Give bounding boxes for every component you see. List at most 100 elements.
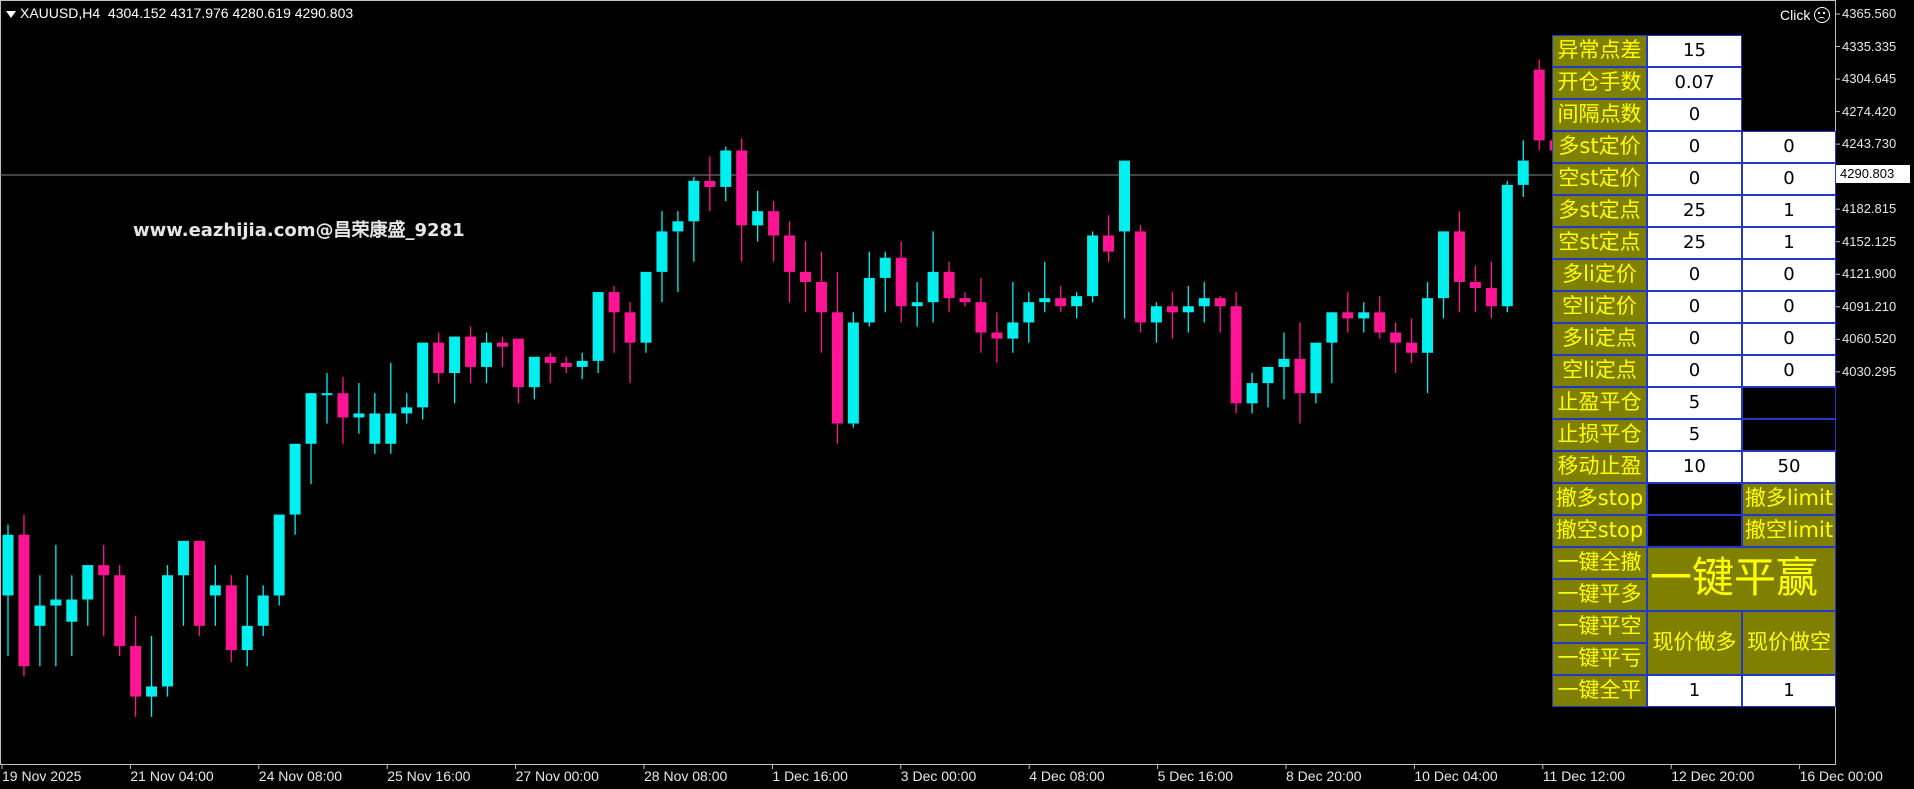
panel-value-input-2[interactable]: 0 xyxy=(1742,163,1836,195)
panel-value-input-2[interactable]: 0 xyxy=(1742,323,1836,355)
candle xyxy=(114,565,126,657)
candle xyxy=(1103,215,1115,262)
candle-body xyxy=(1358,312,1370,319)
cancel-all-button[interactable]: 一键全撤 xyxy=(1552,547,1647,579)
panel-label: 移动止盈 xyxy=(1552,451,1647,483)
panel-value-input[interactable]: 0.07 xyxy=(1647,67,1742,99)
panel-value-input-2[interactable]: 0 xyxy=(1742,259,1836,291)
candle xyxy=(241,575,253,667)
candle-body xyxy=(1278,358,1290,367)
candle-body xyxy=(433,342,445,373)
panel-value-input[interactable]: 25 xyxy=(1647,227,1742,259)
buy-lots-input[interactable]: 1 xyxy=(1647,675,1742,707)
candle xyxy=(624,302,636,384)
candle-body xyxy=(1262,366,1274,384)
panel-value-input[interactable]: 5 xyxy=(1647,387,1742,419)
close-loss-button[interactable]: 一键平亏 xyxy=(1552,643,1647,675)
panel-value-input[interactable]: 0 xyxy=(1647,291,1742,323)
candle-body xyxy=(209,585,221,596)
candle-body xyxy=(449,336,461,373)
candle-body xyxy=(1517,160,1529,185)
candle-body xyxy=(831,312,843,424)
candle-body xyxy=(385,413,397,444)
candle-body xyxy=(1342,312,1354,319)
sell-lots-input[interactable]: 1 xyxy=(1742,675,1836,707)
triangle-down-icon[interactable] xyxy=(6,10,16,18)
panel-value-input[interactable]: 0 xyxy=(1647,259,1742,291)
candle-body xyxy=(1326,312,1338,343)
panel-value-input-2[interactable]: 1 xyxy=(1742,195,1836,227)
candle-body xyxy=(1533,69,1545,141)
candle-body xyxy=(815,281,827,313)
candle-body xyxy=(289,443,301,515)
panel-value-input[interactable]: 0 xyxy=(1647,131,1742,163)
candle xyxy=(863,251,875,327)
cancel-short-stop-button[interactable]: 撤空stop xyxy=(1552,515,1647,547)
candle xyxy=(688,176,700,262)
candle xyxy=(481,332,492,384)
panel-label: 异常点差 xyxy=(1552,35,1647,67)
candle-body xyxy=(369,413,381,444)
candle xyxy=(257,585,269,636)
candle xyxy=(1374,296,1386,339)
panel-value-input[interactable]: 15 xyxy=(1647,35,1742,67)
panel-value-input-2[interactable]: 0 xyxy=(1742,355,1836,387)
panel-value-input-2[interactable]: 0 xyxy=(1742,291,1836,323)
close-long-button[interactable]: 一键平多 xyxy=(1552,579,1647,611)
candle xyxy=(847,312,859,428)
candle xyxy=(177,540,189,626)
candle-body xyxy=(162,575,173,687)
candle xyxy=(1039,261,1051,313)
candle xyxy=(831,271,843,444)
price-axis-label: 4030.295 xyxy=(1842,363,1897,379)
candle xyxy=(1150,302,1162,343)
click-label[interactable]: Click xyxy=(1780,7,1810,23)
panel-value-input[interactable]: 10 xyxy=(1647,451,1742,483)
candle xyxy=(1119,160,1130,319)
smiley-face-icon[interactable] xyxy=(1814,7,1830,23)
candle-body xyxy=(847,322,859,424)
candle-body xyxy=(1103,235,1115,252)
candle-body xyxy=(991,332,1003,339)
candle xyxy=(815,251,827,353)
panel-value-input[interactable]: 0 xyxy=(1647,355,1742,387)
panel-value-input[interactable]: 0 xyxy=(1647,323,1742,355)
candle xyxy=(82,565,94,626)
close-profit-button[interactable]: 一键平赢 xyxy=(1647,547,1836,611)
panel-value-input[interactable]: 0 xyxy=(1647,163,1742,195)
candle xyxy=(1262,366,1274,408)
cancel-short-limit-button[interactable]: 撤空limit xyxy=(1742,515,1836,547)
panel-label: 多li定价 xyxy=(1552,259,1647,291)
price-axis-label: 4304.645 xyxy=(1842,71,1897,87)
candle-body xyxy=(193,540,205,626)
time-axis-label: 8 Dec 20:00 xyxy=(1286,768,1362,784)
close-short-button[interactable]: 一键平空 xyxy=(1552,611,1647,643)
candle-body xyxy=(496,342,508,347)
candle xyxy=(911,281,923,327)
candle-body xyxy=(1422,298,1434,353)
candle xyxy=(2,524,14,657)
candle xyxy=(1087,231,1099,303)
candle-body xyxy=(1469,281,1481,289)
market-buy-button[interactable]: 现价做多 xyxy=(1647,611,1742,675)
candle xyxy=(704,156,716,212)
panel-value-input[interactable]: 5 xyxy=(1647,419,1742,451)
candle xyxy=(1023,292,1035,343)
panel-value-input-2[interactable]: 0 xyxy=(1742,131,1836,163)
market-sell-button[interactable]: 现价做空 xyxy=(1742,611,1836,675)
panel-value-input[interactable]: 25 xyxy=(1647,195,1742,227)
panel-value-input[interactable]: 0 xyxy=(1647,99,1742,131)
panel-value-input-2[interactable]: 50 xyxy=(1742,451,1836,483)
panel-value-input-2[interactable]: 1 xyxy=(1742,227,1836,259)
candle xyxy=(975,277,987,353)
candle xyxy=(1533,59,1545,151)
candle-body xyxy=(576,360,588,367)
panel-label: 开仓手数 xyxy=(1552,67,1647,99)
cancel-long-limit-button[interactable]: 撤多limit xyxy=(1742,483,1836,515)
price-axis-label: 4274.420 xyxy=(1842,103,1897,119)
candle-body xyxy=(704,180,716,187)
close-all-button[interactable]: 一键全平 xyxy=(1552,675,1647,707)
candle xyxy=(1071,292,1083,319)
cancel-long-stop-button[interactable]: 撤多stop xyxy=(1552,483,1647,515)
candle xyxy=(1422,281,1434,394)
